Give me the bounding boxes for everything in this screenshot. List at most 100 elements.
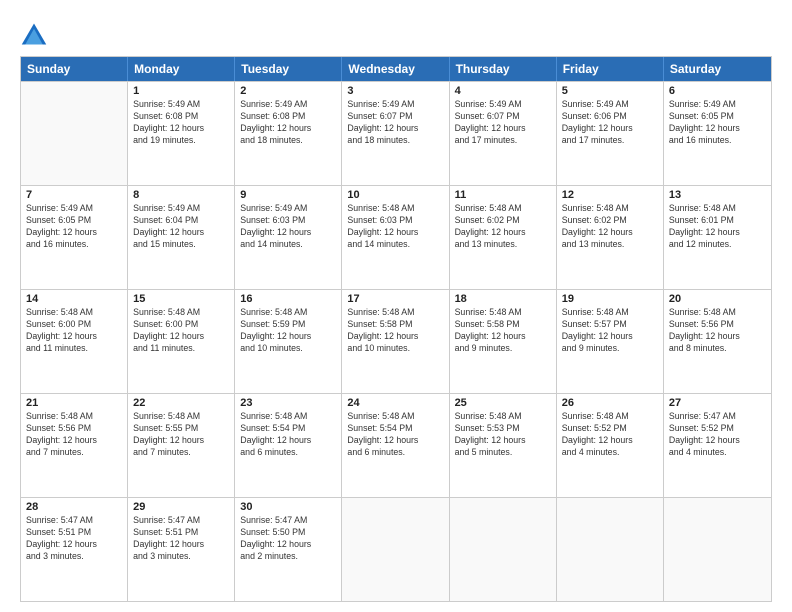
logo (20, 20, 52, 48)
cal-cell: 2 Sunrise: 5:49 AM Sunset: 6:08 PM Daylig… (235, 82, 342, 185)
cal-row-1: 7Sunrise: 5:49 AM Sunset: 6:05 PM Daylig… (21, 185, 771, 289)
cell-day-number: 16 (240, 293, 336, 305)
cal-cell: 16Sunrise: 5:48 AM Sunset: 5:59 PM Dayli… (235, 290, 342, 393)
cal-cell (21, 82, 128, 185)
cell-info: Sunrise: 5:48 AM Sunset: 5:58 PM Dayligh… (455, 307, 551, 355)
cell-day-number: 11 (455, 189, 551, 201)
cell-info: Sunrise: 5:48 AM Sunset: 6:02 PM Dayligh… (455, 203, 551, 251)
cal-cell: 4 Sunrise: 5:49 AM Sunset: 6:07 PM Daylig… (450, 82, 557, 185)
cal-cell: 12Sunrise: 5:48 AM Sunset: 6:02 PM Dayli… (557, 186, 664, 289)
cal-cell: 29 Sunrise: 5:47 AM Sunset: 5:51 PM Dayli… (128, 498, 235, 601)
cal-header-tuesday: Tuesday (235, 57, 342, 81)
cell-info: Sunrise: 5:48 AM Sunset: 6:01 PM Dayligh… (669, 203, 766, 251)
cal-cell: 23 Sunrise: 5:48 AM Sunset: 5:54 PM Dayli… (235, 394, 342, 497)
cell-day-number: 4 (455, 85, 551, 97)
cal-row-2: 14 Sunrise: 5:48 AM Sunset: 6:00 PM Dayli… (21, 289, 771, 393)
cell-info: Sunrise: 5:48 AM Sunset: 5:54 PM Dayligh… (240, 411, 336, 459)
calendar: SundayMondayTuesdayWednesdayThursdayFrid… (20, 56, 772, 602)
cell-day-number: 26 (562, 397, 658, 409)
page-header (20, 16, 772, 48)
cal-cell: 10Sunrise: 5:48 AM Sunset: 6:03 PM Dayli… (342, 186, 449, 289)
cell-day-number: 23 (240, 397, 336, 409)
cell-day-number: 9 (240, 189, 336, 201)
cal-cell (664, 498, 771, 601)
logo-icon (20, 20, 48, 48)
cell-info: Sunrise: 5:48 AM Sunset: 5:57 PM Dayligh… (562, 307, 658, 355)
cell-day-number: 2 (240, 85, 336, 97)
cell-day-number: 13 (669, 189, 766, 201)
cal-cell: 25 Sunrise: 5:48 AM Sunset: 5:53 PM Dayli… (450, 394, 557, 497)
cell-day-number: 1 (133, 85, 229, 97)
cal-cell: 18 Sunrise: 5:48 AM Sunset: 5:58 PM Dayli… (450, 290, 557, 393)
cell-day-number: 21 (26, 397, 122, 409)
cell-info: Sunrise: 5:48 AM Sunset: 5:56 PM Dayligh… (26, 411, 122, 459)
cal-cell: 1 Sunrise: 5:49 AM Sunset: 6:08 PM Daylig… (128, 82, 235, 185)
cell-day-number: 17 (347, 293, 443, 305)
cal-cell: 30 Sunrise: 5:47 AM Sunset: 5:50 PM Dayli… (235, 498, 342, 601)
cal-cell: 8 Sunrise: 5:49 AM Sunset: 6:04 PM Daylig… (128, 186, 235, 289)
cell-day-number: 6 (669, 85, 766, 97)
cal-cell: 7Sunrise: 5:49 AM Sunset: 6:05 PM Daylig… (21, 186, 128, 289)
cell-info: Sunrise: 5:48 AM Sunset: 5:54 PM Dayligh… (347, 411, 443, 459)
cal-row-4: 28 Sunrise: 5:47 AM Sunset: 5:51 PM Dayli… (21, 497, 771, 601)
cal-header-wednesday: Wednesday (342, 57, 449, 81)
cal-cell: 24 Sunrise: 5:48 AM Sunset: 5:54 PM Dayli… (342, 394, 449, 497)
cell-info: Sunrise: 5:49 AM Sunset: 6:07 PM Dayligh… (455, 99, 551, 147)
cal-header-saturday: Saturday (664, 57, 771, 81)
cell-day-number: 14 (26, 293, 122, 305)
cal-cell: 15Sunrise: 5:48 AM Sunset: 6:00 PM Dayli… (128, 290, 235, 393)
cal-cell: 21 Sunrise: 5:48 AM Sunset: 5:56 PM Dayli… (21, 394, 128, 497)
cell-info: Sunrise: 5:47 AM Sunset: 5:51 PM Dayligh… (133, 515, 229, 563)
calendar-header-row: SundayMondayTuesdayWednesdayThursdayFrid… (21, 57, 771, 81)
cal-cell: 28 Sunrise: 5:47 AM Sunset: 5:51 PM Dayli… (21, 498, 128, 601)
cell-day-number: 19 (562, 293, 658, 305)
cell-day-number: 28 (26, 501, 122, 513)
cell-info: Sunrise: 5:48 AM Sunset: 6:02 PM Dayligh… (562, 203, 658, 251)
cell-day-number: 25 (455, 397, 551, 409)
cell-info: Sunrise: 5:48 AM Sunset: 5:58 PM Dayligh… (347, 307, 443, 355)
cal-cell: 11 Sunrise: 5:48 AM Sunset: 6:02 PM Dayli… (450, 186, 557, 289)
cell-day-number: 8 (133, 189, 229, 201)
cell-info: Sunrise: 5:49 AM Sunset: 6:08 PM Dayligh… (240, 99, 336, 147)
cal-cell: 9 Sunrise: 5:49 AM Sunset: 6:03 PM Daylig… (235, 186, 342, 289)
cell-day-number: 24 (347, 397, 443, 409)
cell-info: Sunrise: 5:48 AM Sunset: 5:53 PM Dayligh… (455, 411, 551, 459)
cal-row-0: 1 Sunrise: 5:49 AM Sunset: 6:08 PM Daylig… (21, 81, 771, 185)
cell-day-number: 10 (347, 189, 443, 201)
cell-info: Sunrise: 5:49 AM Sunset: 6:05 PM Dayligh… (669, 99, 766, 147)
cell-day-number: 29 (133, 501, 229, 513)
cell-day-number: 20 (669, 293, 766, 305)
cal-cell (450, 498, 557, 601)
cal-cell: 13 Sunrise: 5:48 AM Sunset: 6:01 PM Dayli… (664, 186, 771, 289)
cal-header-sunday: Sunday (21, 57, 128, 81)
cell-info: Sunrise: 5:48 AM Sunset: 5:55 PM Dayligh… (133, 411, 229, 459)
cal-cell: 3Sunrise: 5:49 AM Sunset: 6:07 PM Daylig… (342, 82, 449, 185)
cal-row-3: 21 Sunrise: 5:48 AM Sunset: 5:56 PM Dayli… (21, 393, 771, 497)
cell-day-number: 27 (669, 397, 766, 409)
cal-header-thursday: Thursday (450, 57, 557, 81)
cell-info: Sunrise: 5:49 AM Sunset: 6:08 PM Dayligh… (133, 99, 229, 147)
cell-info: Sunrise: 5:48 AM Sunset: 5:56 PM Dayligh… (669, 307, 766, 355)
cal-cell: 6 Sunrise: 5:49 AM Sunset: 6:05 PM Daylig… (664, 82, 771, 185)
cell-info: Sunrise: 5:48 AM Sunset: 6:00 PM Dayligh… (133, 307, 229, 355)
cell-info: Sunrise: 5:48 AM Sunset: 6:00 PM Dayligh… (26, 307, 122, 355)
cell-info: Sunrise: 5:49 AM Sunset: 6:04 PM Dayligh… (133, 203, 229, 251)
cal-cell (557, 498, 664, 601)
cal-cell: 17 Sunrise: 5:48 AM Sunset: 5:58 PM Dayli… (342, 290, 449, 393)
cell-info: Sunrise: 5:48 AM Sunset: 5:52 PM Dayligh… (562, 411, 658, 459)
cell-info: Sunrise: 5:49 AM Sunset: 6:06 PM Dayligh… (562, 99, 658, 147)
cal-header-monday: Monday (128, 57, 235, 81)
cell-day-number: 30 (240, 501, 336, 513)
cal-cell: 22 Sunrise: 5:48 AM Sunset: 5:55 PM Dayli… (128, 394, 235, 497)
cal-header-friday: Friday (557, 57, 664, 81)
cal-cell: 5 Sunrise: 5:49 AM Sunset: 6:06 PM Daylig… (557, 82, 664, 185)
cell-day-number: 22 (133, 397, 229, 409)
cell-info: Sunrise: 5:47 AM Sunset: 5:51 PM Dayligh… (26, 515, 122, 563)
cell-day-number: 5 (562, 85, 658, 97)
cell-info: Sunrise: 5:47 AM Sunset: 5:50 PM Dayligh… (240, 515, 336, 563)
cell-day-number: 18 (455, 293, 551, 305)
cal-cell: 27Sunrise: 5:47 AM Sunset: 5:52 PM Dayli… (664, 394, 771, 497)
cal-cell: 20 Sunrise: 5:48 AM Sunset: 5:56 PM Dayli… (664, 290, 771, 393)
cell-info: Sunrise: 5:49 AM Sunset: 6:03 PM Dayligh… (240, 203, 336, 251)
cell-day-number: 3 (347, 85, 443, 97)
